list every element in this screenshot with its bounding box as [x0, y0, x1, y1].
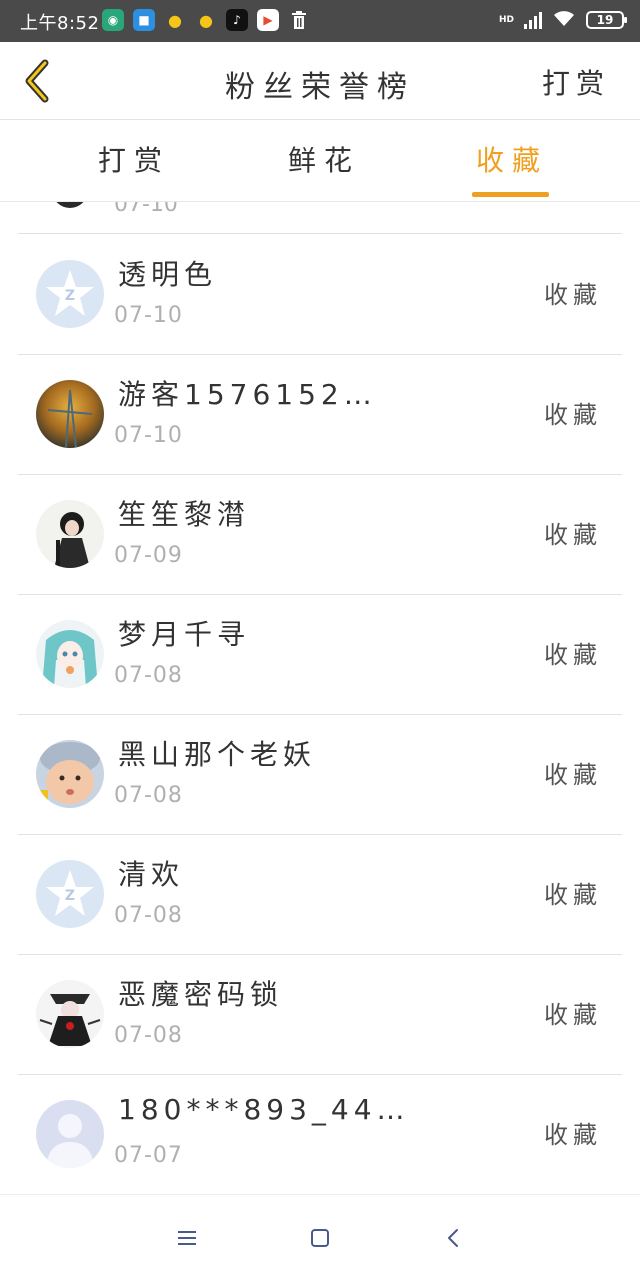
item-name: 游客1576152… [118, 378, 377, 411]
wifi-icon [552, 9, 576, 31]
avatar: Z [36, 860, 104, 928]
notification-icons: ◉ ■ ● ● ♪ ▶ [102, 9, 310, 31]
avatar [36, 500, 104, 568]
active-tab-indicator [472, 192, 549, 197]
avatar [36, 1100, 104, 1168]
avatar: Z [36, 260, 104, 328]
nav-back-button[interactable] [438, 1223, 468, 1253]
item-date: 07-09 [114, 543, 183, 568]
item-action: 收藏 [544, 881, 602, 909]
bulb-app-icon-2: ● [195, 9, 217, 31]
status-bar: 上午8:52 ◉ ■ ● ● ♪ ▶ HD 19 [0, 0, 640, 42]
tiktok-app-icon: ♪ [226, 9, 248, 31]
battery-level: 19 [596, 13, 614, 27]
recent-apps-button[interactable] [172, 1223, 202, 1253]
item-name: 恶魔密码锁 [118, 978, 284, 1011]
signal-icon [524, 11, 542, 29]
avatar [36, 620, 104, 688]
video-app-icon: ▶ [257, 9, 279, 31]
item-action: 收藏 [544, 761, 602, 789]
item-name: 180***893_44… [118, 1093, 410, 1126]
avatar [36, 980, 104, 1048]
list-item[interactable]: Z 清欢 07-08 收藏 [18, 835, 622, 955]
item-name: 笙笙黎潸 [118, 498, 251, 531]
menu-icon [178, 1231, 196, 1245]
tab-bar: 打赏 鲜花 收藏 [0, 121, 640, 202]
system-nav-bar [0, 1194, 640, 1280]
item-date: 07-10 [114, 423, 183, 448]
svg-text:Z: Z [65, 888, 75, 904]
status-time: 上午8:52 [20, 13, 100, 34]
item-action: 收藏 [544, 281, 602, 309]
item-name: 透明色 [118, 258, 218, 291]
status-right: HD 19 [498, 9, 627, 31]
back-icon [448, 1229, 458, 1247]
item-date: 07-08 [114, 783, 183, 808]
avatar [52, 202, 88, 208]
avatar [36, 740, 104, 808]
item-action: 收藏 [544, 401, 602, 429]
item-action: 收藏 [544, 1121, 602, 1149]
trash-icon [288, 9, 310, 31]
item-date: 07-08 [114, 1023, 183, 1048]
battery-icon: 19 [586, 11, 627, 29]
list-item[interactable]: 黑山那个老妖 07-08 收藏 [18, 715, 622, 835]
title-bar: 粉丝荣誉榜 打赏 [0, 42, 640, 120]
tab-favorites[interactable]: 收藏 [476, 139, 548, 179]
home-icon [311, 1229, 329, 1247]
item-name: 清欢 [118, 858, 185, 891]
avatar [36, 380, 104, 448]
item-date: 07-07 [114, 1143, 183, 1168]
list-item[interactable]: 180***893_44… 07-07 收藏 [18, 1075, 622, 1194]
list-item[interactable]: Z 透明色 07-10 收藏 [18, 235, 622, 355]
radar-app-icon: ◉ [102, 9, 124, 31]
item-date: 07-08 [114, 903, 183, 928]
item-action: 收藏 [544, 1001, 602, 1029]
list-item[interactable]: 游客1576152… 07-10 收藏 [18, 355, 622, 475]
list-item[interactable]: 梦月千寻 07-08 收藏 [18, 595, 622, 715]
item-action: 收藏 [544, 641, 602, 669]
item-date: 07-08 [114, 663, 183, 688]
item-name: 黑山那个老妖 [118, 738, 317, 771]
tab-tip[interactable]: 打赏 [98, 139, 170, 179]
home-button[interactable] [305, 1223, 335, 1253]
item-date: 07-10 [114, 303, 183, 328]
list-item[interactable]: 恶魔密码锁 07-08 收藏 [18, 955, 622, 1075]
item-action: 收藏 [544, 521, 602, 549]
list-item[interactable]: 笙笙黎潸 07-09 收藏 [18, 475, 622, 595]
list-item-partial: 07-10 [18, 202, 622, 234]
bulb-app-icon: ● [164, 9, 186, 31]
tip-button[interactable]: 打赏 [542, 62, 610, 102]
item-date: 07-10 [114, 202, 178, 217]
browser-app-icon: ■ [133, 9, 155, 31]
item-name: 梦月千寻 [118, 618, 251, 651]
tab-flowers[interactable]: 鲜花 [288, 139, 360, 179]
hd-label: HD [498, 14, 514, 25]
fan-list[interactable]: 07-10 Z 透明色 07-10 收藏 游客1576152… 07-10 收藏… [0, 202, 640, 1194]
svg-text:Z: Z [65, 288, 75, 304]
